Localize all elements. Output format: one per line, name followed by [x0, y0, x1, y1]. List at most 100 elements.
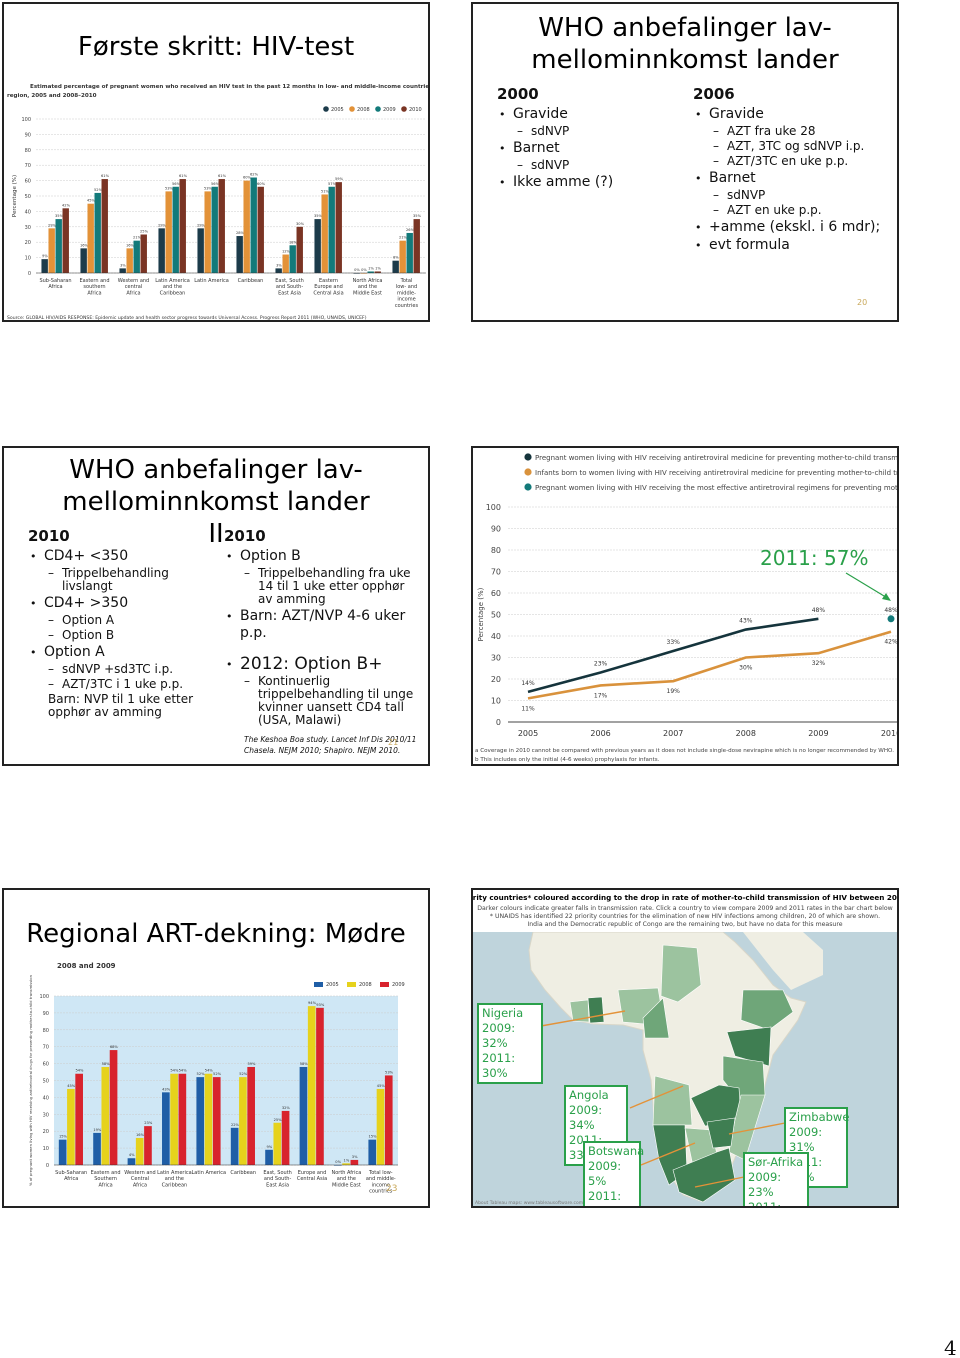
chart-title: Estimated percentage of pregnant women w…	[7, 84, 428, 99]
bar-2009	[75, 1073, 83, 1165]
x-tick-label: Sub-Saharan	[39, 278, 71, 284]
data-label: 16%	[126, 243, 135, 247]
x-tick-label: 2008	[736, 729, 756, 738]
callout-country: Botswana	[588, 1144, 645, 1158]
data-label: 21%	[399, 236, 408, 240]
x-tick-label: 2007	[663, 729, 683, 738]
bar-2005	[80, 248, 87, 273]
x-tick-label: Africa	[98, 1182, 112, 1188]
data-label: 52%	[94, 188, 103, 192]
data-label: 42%	[62, 203, 71, 207]
bar-2010	[335, 182, 342, 273]
x-tick-label: 2005	[518, 729, 538, 738]
bar-2008	[48, 228, 55, 273]
x-tick-label: Eastern	[319, 278, 338, 284]
data-label: 51%	[321, 189, 330, 193]
x-tick-label: East Asia	[278, 290, 301, 296]
data-label: 56%	[211, 182, 220, 186]
data-label: 8%	[393, 256, 399, 260]
callout-botswana: Botswana2009: 5%2011: 4%	[583, 1141, 645, 1206]
x-tick-label: North Africa	[353, 278, 383, 284]
data-label: 60%	[257, 182, 266, 186]
bar-2010	[62, 208, 69, 273]
data-label: 52%	[239, 1072, 248, 1076]
y-tick-label: 80	[25, 148, 31, 154]
annotation-arrow	[845, 572, 890, 600]
bar-2009	[144, 1126, 152, 1165]
y-tick-label: 80	[491, 546, 501, 555]
data-label: 3%	[352, 1155, 358, 1159]
bar-2009	[133, 240, 140, 273]
page-number: 4	[944, 1336, 957, 1358]
bar-2005	[275, 268, 282, 273]
slide-title: Første skritt: HIV-test	[77, 32, 355, 62]
bar-2005	[392, 260, 399, 273]
data-label: 22%	[231, 1123, 240, 1127]
slide-africa-map: UNAIDS priority countries* coloured acco…	[471, 888, 899, 1208]
bar-2005	[119, 268, 126, 273]
x-tick-label: Western and	[124, 1170, 156, 1176]
data-label: 42%	[884, 639, 897, 646]
x-tick-label: Africa	[87, 290, 101, 296]
x-tick-label: Africa	[126, 290, 140, 296]
callout-2009: 2009: 31%	[789, 1125, 823, 1154]
callout-south-africa: Sør-Afrika2009: 23%2011: 12%	[743, 1152, 809, 1206]
x-tick-label: and middle-	[366, 1176, 396, 1182]
map-header-line: Darker colours indicate greater falls in…	[477, 905, 892, 912]
footnote: a Coverage in 2010 cannot be compared wi…	[475, 748, 894, 754]
data-label: 61%	[218, 174, 227, 178]
x-tick-label: southern	[83, 284, 105, 290]
column-heading: 2010	[28, 527, 70, 545]
bar-2005	[265, 1149, 273, 1165]
x-tick-label: Central Asia	[313, 290, 343, 296]
data-label: 3%	[276, 263, 282, 267]
data-label: 18%	[289, 240, 298, 244]
bar-2009	[178, 1073, 187, 1165]
x-tick-label: middle-	[397, 290, 416, 296]
bar-2009	[384, 1075, 393, 1165]
sub-item: sdNVP	[497, 125, 667, 139]
regional-art-bar-chart: 2008 and 2009 0 10 20 30 40 50 60 70 80 90 100 % of …	[28, 962, 405, 1195]
x-tick-label: and the	[337, 1176, 356, 1182]
data-label: 48%	[812, 607, 826, 614]
bar-2005	[236, 236, 243, 273]
bar-2009	[109, 1050, 118, 1165]
x-tick-label: Caribbean	[162, 1182, 188, 1188]
legend-label: Infants born to women living with HIV re…	[535, 469, 897, 477]
bar-2008	[376, 1088, 385, 1165]
legend-label: 2008	[359, 982, 372, 988]
bar-2009	[328, 186, 335, 273]
column-heading: 2006	[693, 85, 735, 103]
data-point	[887, 615, 895, 623]
legend-swatch	[314, 982, 323, 987]
data-label: 29%	[197, 223, 206, 227]
bullet-item: Gravide	[497, 106, 667, 123]
sub-item: Trippelbehandling fra uke 14 til 1 uke e…	[224, 567, 414, 606]
bar-2008	[204, 1073, 213, 1165]
x-tick-label: 2009	[808, 729, 828, 738]
y-axis-label: % of pregnant women living with HIV rece…	[28, 974, 33, 1186]
data-label: 12%	[282, 250, 291, 254]
callout-country: Nigeria	[482, 1006, 524, 1020]
country-ghana[interactable]	[587, 996, 605, 1024]
x-tick-label: Latin America	[192, 1170, 227, 1176]
bar-2005	[127, 1158, 136, 1165]
x-tick-label: Sub-Saharan	[55, 1170, 87, 1176]
slide-who-recommendations: WHO anbefalinger lav-mellominnkomst land…	[471, 2, 899, 322]
y-tick-label: 50	[43, 1079, 49, 1085]
document-page: Første skritt: HIV-test Estimated percen…	[0, 0, 960, 1358]
y-tick-label: 10	[43, 1146, 49, 1152]
data-label: 16%	[136, 1133, 145, 1137]
bar-2009	[350, 1159, 359, 1165]
data-label: 1%	[344, 1158, 350, 1162]
x-tick-label: 2006	[590, 729, 610, 738]
bar-2008	[165, 191, 172, 273]
legend-swatch	[347, 982, 356, 987]
sub-item: Trippelbehandling livslangt	[28, 567, 208, 593]
callout-2009: 2009: 34%	[569, 1103, 603, 1132]
legend-label: 2009	[392, 982, 405, 988]
sub-item: AZT, 3TC og sdNVP i.p.	[693, 140, 893, 154]
data-label: 21%	[133, 236, 142, 240]
data-label: 35%	[314, 214, 323, 218]
legend-swatch	[323, 106, 329, 112]
